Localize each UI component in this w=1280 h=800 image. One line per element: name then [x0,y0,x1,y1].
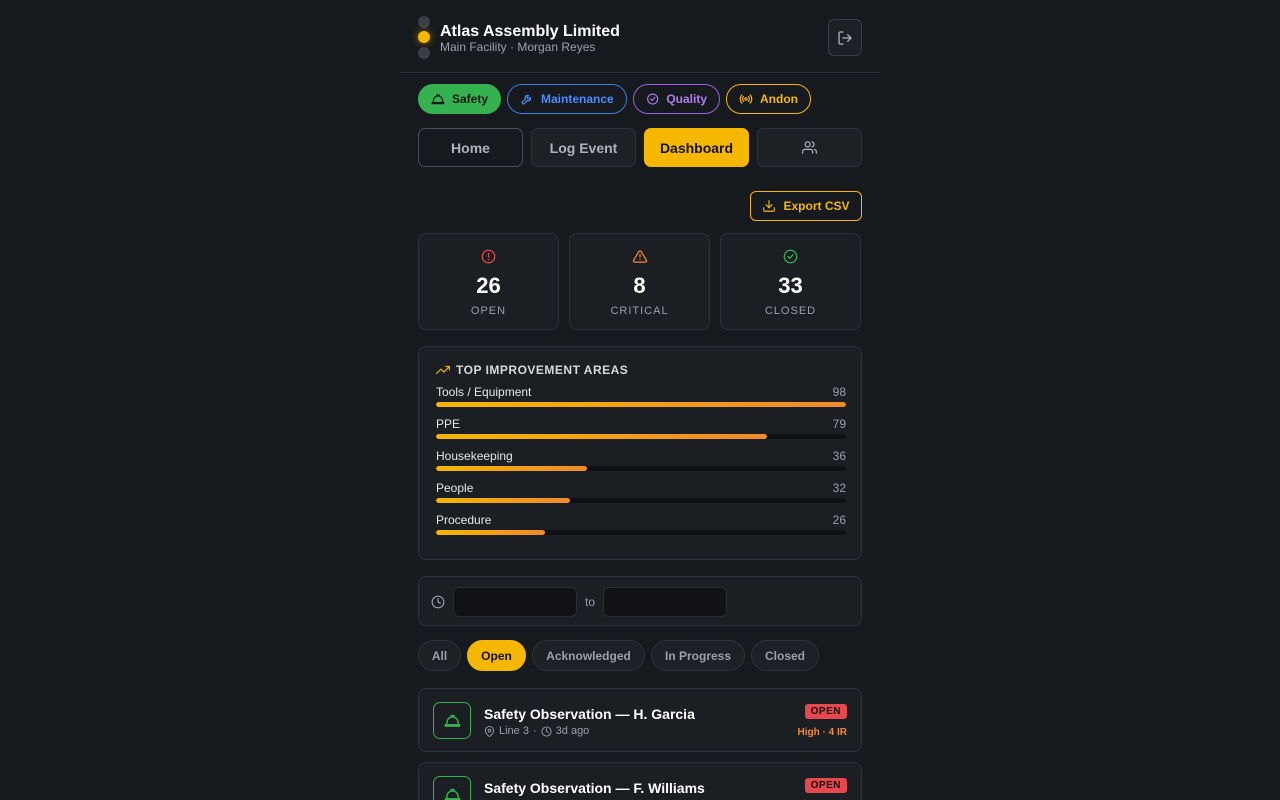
logout-icon [838,30,852,45]
nav-users-button[interactable] [757,128,862,167]
area-name: Tools / Equipment [436,385,532,399]
area-row: PPE 79 [436,417,846,447]
area-name: People [436,481,474,495]
wrench-icon [521,94,532,105]
app-header: Atlas Assembly Limited Main Facility · M… [400,0,880,73]
app-root: Atlas Assembly Limited Main Facility · M… [400,0,880,800]
date-range-filter: to [418,576,862,626]
company-name: Atlas Assembly Limited [440,23,620,40]
date-from-input[interactable] [453,587,577,617]
status-badge: OPEN [804,778,847,793]
stat-value: 26 [476,273,501,298]
date-to-input[interactable] [603,587,727,617]
filter-in-progress-button[interactable]: In Progress [651,640,745,671]
clock-icon [431,595,445,609]
area-name: PPE [436,417,461,431]
improvement-areas-panel: TOP IMPROVEMENT AREAS Tools / Equipment … [418,346,862,560]
stat-label: OPEN [470,305,507,317]
warning-triangle-icon [632,250,647,263]
check-circle-icon [647,93,659,105]
export-label: Export CSV [783,199,850,213]
download-icon [763,200,776,212]
map-pin-icon [484,725,495,737]
nav-home-button[interactable]: Home [418,128,523,167]
area-count: 32 [832,481,846,495]
event-time: 3d ago [555,725,590,737]
area-name: Procedure [436,513,492,527]
module-maintenance-pill[interactable]: Maintenance [507,84,627,114]
event-title: Safety Observation — F. Williams [484,780,705,796]
event-title: Safety Observation — H. Garcia [484,706,695,722]
event-card[interactable]: Safety Observation — H. Garcia Line 3 · … [418,688,862,752]
trending-up-icon [436,365,450,375]
module-label: Maintenance [541,92,614,106]
area-name: Housekeeping [436,449,513,463]
filter-all-button[interactable]: All [418,640,461,671]
alert-circle-icon [481,249,496,264]
facility-user-line: Main Facility · Morgan Reyes [440,40,596,54]
stat-value: 33 [778,273,803,298]
event-location: Line 3 [499,725,529,737]
filter-acknowledged-button[interactable]: Acknowledged [532,640,645,671]
area-bar [436,434,767,439]
stat-value: 8 [633,273,646,298]
users-icon [802,141,817,154]
stat-label: CRITICAL [610,305,669,317]
event-type-icon [433,776,471,800]
area-row: Tools / Equipment 98 [436,385,846,415]
stat-card-closed: 33 CLOSED [720,233,861,330]
areas-header: TOP IMPROVEMENT AREAS [436,363,628,377]
module-andon-pill[interactable]: Andon [726,84,811,114]
area-row: Procedure 26 [436,513,846,543]
export-csv-button[interactable]: Export CSV [750,191,862,221]
stat-label: CLOSED [764,305,817,317]
area-bar [436,466,587,471]
status-badge: OPEN [804,704,847,719]
filter-closed-button[interactable]: Closed [751,640,819,671]
hardhat-icon [444,788,460,800]
area-count: 26 [832,513,846,527]
area-count: 79 [832,417,846,431]
filter-open-button[interactable]: Open [467,640,526,671]
module-label: Safety [451,92,488,106]
module-safety-pill[interactable]: Safety [418,84,501,114]
area-row: Housekeeping 36 [436,449,846,479]
module-label: Andon [760,92,798,106]
check-circle-icon [783,249,798,264]
date-to-label: to [585,595,596,609]
logout-button[interactable] [828,19,862,56]
meta-separator: · [532,725,537,737]
area-row: People 32 [436,481,846,511]
areas-title: TOP IMPROVEMENT AREAS [456,363,629,377]
event-severity: High · 4 IR [797,727,847,738]
clock-icon [541,725,552,737]
event-type-icon [433,702,471,739]
nav-dashboard-button[interactable]: Dashboard [644,128,749,167]
area-bar [436,530,545,535]
area-count: 36 [832,449,846,463]
module-quality-pill[interactable]: Quality [633,84,720,114]
area-count: 98 [832,385,846,399]
hardhat-icon [444,714,460,727]
broadcast-icon [739,94,753,104]
hardhat-icon [431,94,445,105]
event-card[interactable]: Safety Observation — F. Williams OPEN [418,762,862,800]
area-bar [436,498,570,503]
event-meta: Line 3 · 3d ago [484,725,589,737]
stat-card-open: 26 OPEN [418,233,559,330]
module-label: Quality [666,92,707,106]
area-bar [436,402,846,407]
status-light-icon [418,16,430,60]
nav-log-event-button[interactable]: Log Event [531,128,636,167]
stat-card-critical: 8 CRITICAL [569,233,710,330]
